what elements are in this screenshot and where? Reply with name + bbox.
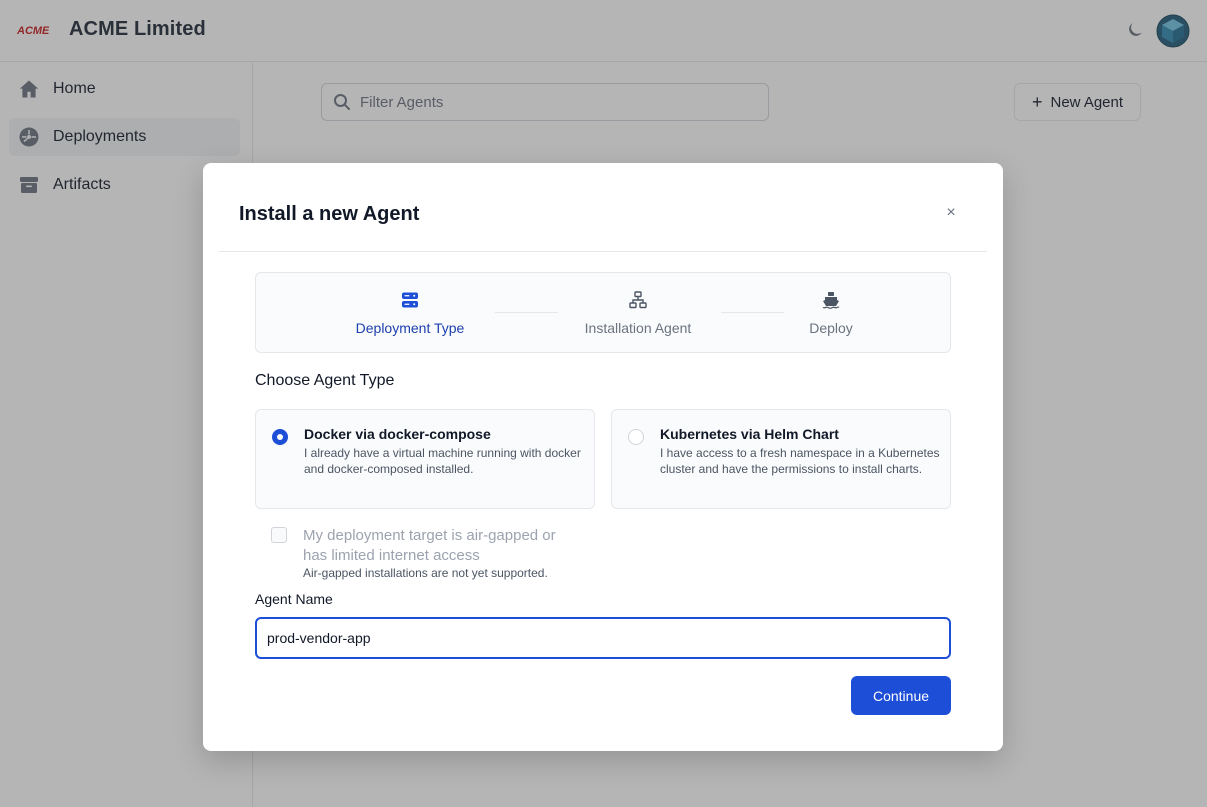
step-installation-agent[interactable]: Installation Agent	[576, 273, 700, 352]
airgap-label: My deployment target is air-gapped or ha…	[303, 527, 556, 564]
option-title: Kubernetes via Helm Chart	[660, 426, 839, 442]
option-docker-compose[interactable]: Docker via docker-compose I already have…	[255, 409, 595, 509]
step-label: Installation Agent	[584, 320, 692, 336]
continue-button[interactable]: Continue	[851, 676, 951, 715]
step-connector	[495, 312, 558, 313]
ship-icon	[822, 292, 840, 309]
airgap-checkbox[interactable]	[271, 527, 287, 543]
agent-name-input[interactable]	[255, 617, 951, 659]
choose-agent-type-heading: Choose Agent Type	[255, 372, 395, 389]
stepper: Deployment Type Installation Agent Deplo…	[255, 272, 951, 353]
modal-divider	[219, 251, 987, 252]
radio-docker-compose[interactable]	[272, 429, 288, 445]
server-stack-icon	[402, 292, 418, 308]
step-deploy[interactable]: Deploy	[801, 273, 861, 352]
step-connector	[721, 312, 784, 313]
option-title: Docker via docker-compose	[304, 426, 491, 442]
option-description: I already have a virtual machine running…	[304, 446, 581, 476]
step-label: Deployment Type	[355, 320, 465, 336]
install-agent-modal: Install a new Agent × Deployment Type In…	[203, 163, 1003, 751]
modal-title: Install a new Agent	[239, 203, 420, 225]
step-deployment-type[interactable]: Deployment Type	[352, 273, 468, 352]
option-description: I have access to a fresh namespace in a …	[660, 446, 940, 476]
radio-kubernetes-helm[interactable]	[628, 429, 644, 445]
option-kubernetes-helm[interactable]: Kubernetes via Helm Chart I have access …	[611, 409, 951, 509]
step-label: Deploy	[809, 320, 853, 336]
agent-name-label: Agent Name	[255, 591, 333, 607]
close-icon[interactable]: ×	[941, 203, 961, 223]
airgap-help-text: Air-gapped installations are not yet sup…	[303, 566, 548, 580]
network-icon	[629, 291, 647, 309]
